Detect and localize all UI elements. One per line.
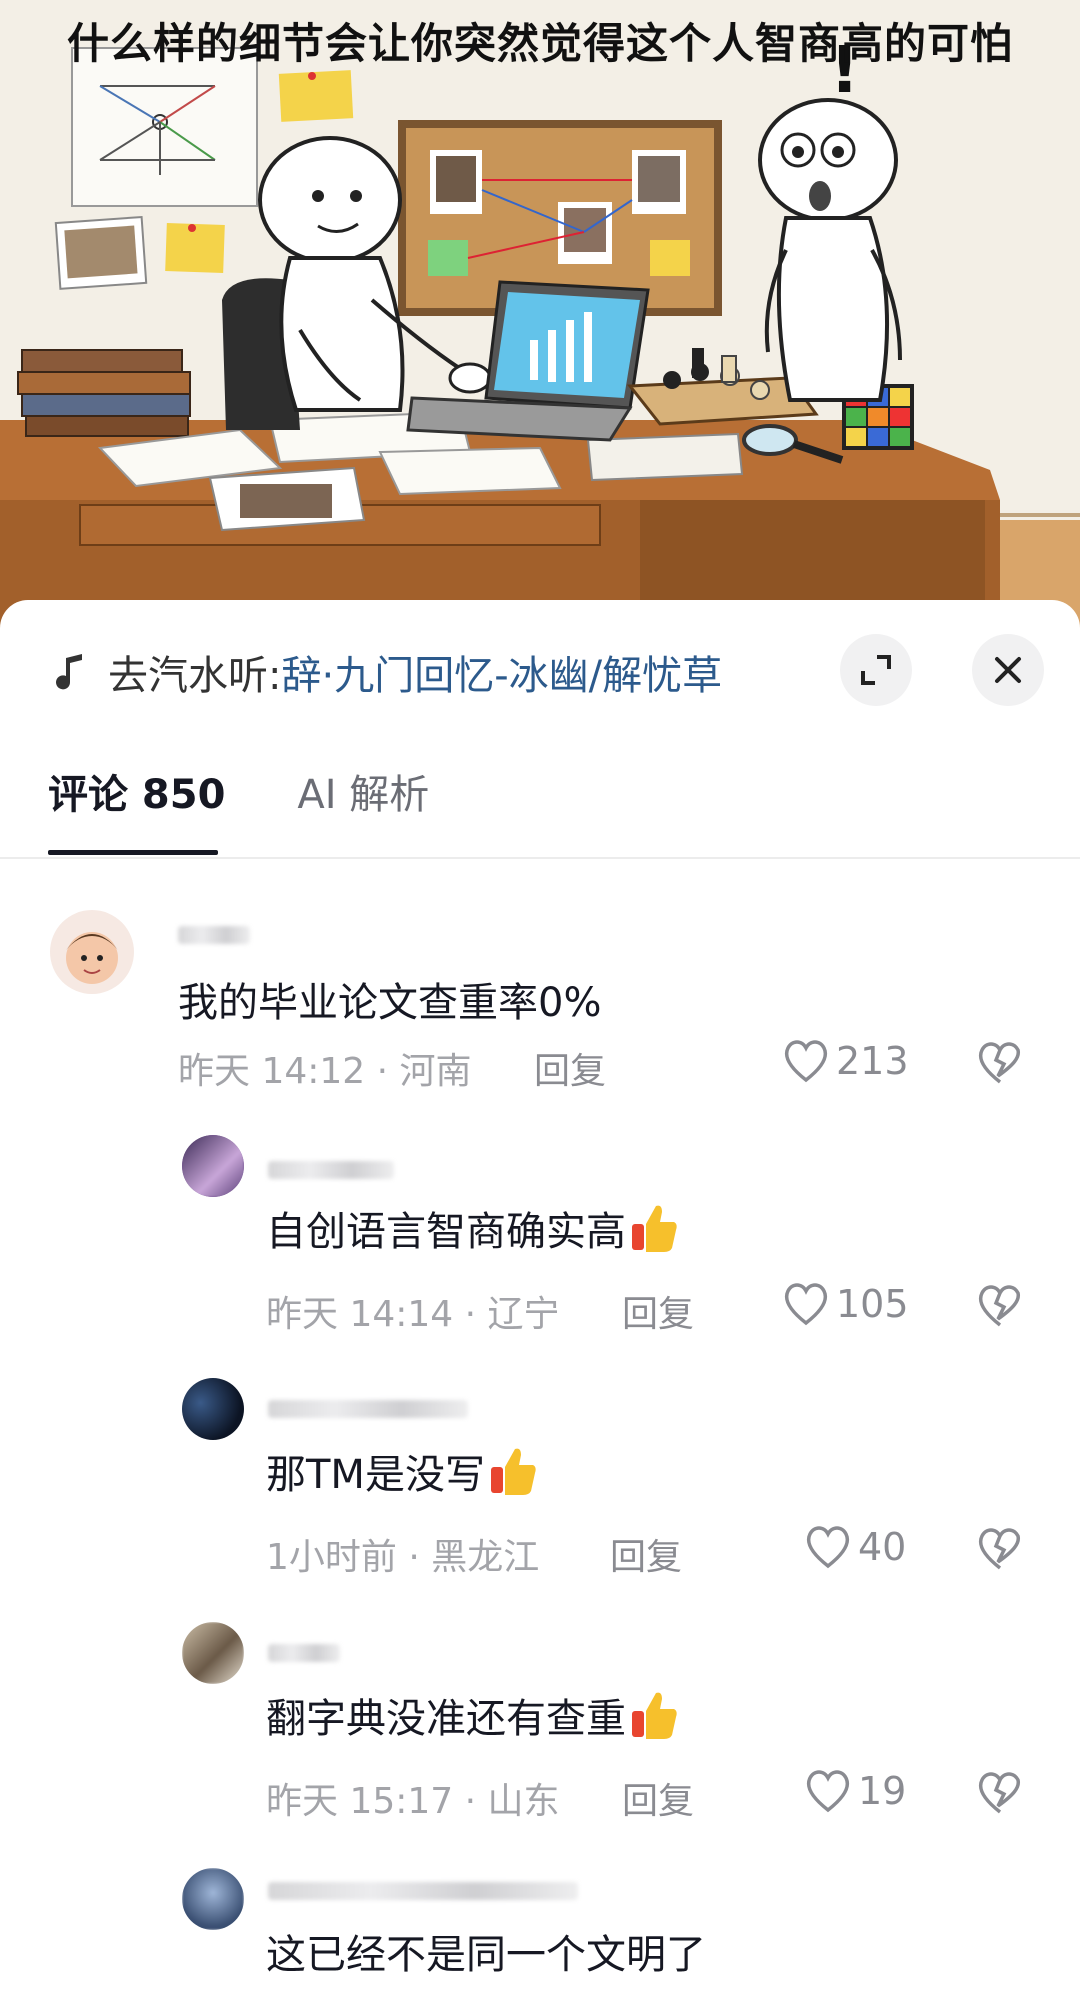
like-button[interactable]: 105 [782, 1281, 909, 1327]
comment-text: 那TM是没写 [266, 1442, 539, 1500]
username-redacted[interactable] [268, 1882, 578, 1900]
cartoon-scene: ! [0, 0, 1080, 640]
like-button[interactable]: 40 [804, 1524, 906, 1570]
comment-text: 我的毕业论文查重率0% [178, 980, 602, 1026]
expand-button[interactable] [840, 634, 912, 706]
heart-icon [806, 1770, 850, 1813]
like-count: 19 [858, 1769, 907, 1813]
username-redacted[interactable] [178, 926, 250, 944]
broken-heart-icon[interactable] [976, 1770, 1024, 1816]
reply-button[interactable]: 回复 [622, 1772, 694, 1824]
comment-text: 这已经不是同一个文明了 [266, 1932, 706, 1978]
heart-icon [806, 1526, 850, 1569]
baby-avatar-icon [66, 910, 134, 984]
music-prefix: 去汽水听: [108, 653, 282, 699]
broken-heart-icon[interactable] [976, 1283, 1024, 1329]
username-redacted[interactable] [268, 1400, 468, 1418]
comments-sheet: 去汽水听: 辞·九门回忆-冰幽/解忧草 评论 850 AI 解析 我的毕业论文查… [0, 600, 1080, 2007]
comment-meta: 1小时前 · 黑龙江 [266, 1537, 540, 1578]
heart-icon [784, 1283, 828, 1326]
tabs-divider [0, 857, 1080, 859]
comment-meta: 昨天 14:12 · 河南 [178, 1051, 472, 1092]
post-illustration: 什么样的细节会让你突然觉得这个人智商高的可怕 ! [0, 0, 1080, 640]
avatar[interactable] [50, 910, 134, 994]
music-note-icon [56, 654, 82, 690]
active-tab-indicator [48, 850, 218, 855]
avatar[interactable] [182, 1868, 244, 1930]
avatar[interactable] [182, 1378, 244, 1440]
broken-heart-icon[interactable] [976, 1040, 1024, 1086]
like-count: 105 [836, 1282, 909, 1326]
close-button[interactable] [972, 634, 1044, 706]
thumbs-up-emoji-icon [632, 1205, 677, 1252]
tab-comments[interactable]: 评论 850 [48, 765, 225, 825]
tab-ai-analysis[interactable]: AI 解析 [297, 765, 429, 825]
like-count: 213 [836, 1039, 909, 1083]
comment-meta: 昨天 14:14 · 辽宁 [266, 1294, 560, 1335]
comment-tabs: 评论 850 AI 解析 [48, 765, 501, 825]
heart-icon [784, 1040, 828, 1083]
avatar[interactable] [182, 1135, 244, 1197]
like-button[interactable]: 213 [782, 1038, 909, 1084]
comment-meta: 昨天 15:17 · 山东 [266, 1781, 560, 1822]
comment-text: 翻字典没准还有查重 [266, 1686, 680, 1744]
reply-button[interactable]: 回复 [622, 1285, 694, 1337]
expand-icon [861, 655, 891, 685]
comment-text: 自创语言智商确实高 [266, 1199, 680, 1257]
thumbs-up-emoji-icon [632, 1692, 677, 1739]
broken-heart-icon[interactable] [976, 1526, 1024, 1572]
thumbs-up-emoji-icon [490, 1448, 536, 1495]
avatar[interactable] [182, 1622, 244, 1684]
reply-button[interactable]: 回复 [610, 1528, 682, 1580]
username-redacted[interactable] [268, 1644, 340, 1662]
like-button[interactable]: 19 [804, 1768, 906, 1814]
post-title: 什么样的细节会让你突然觉得这个人智商高的可怕 [66, 19, 1013, 68]
username-redacted[interactable] [268, 1161, 394, 1179]
music-link[interactable]: 去汽水听: 辞·九门回忆-冰幽/解忧草 [52, 642, 722, 702]
reply-button[interactable]: 回复 [534, 1042, 606, 1094]
music-title[interactable]: 辞·九门回忆-冰幽/解忧草 [281, 643, 722, 701]
close-icon [995, 657, 1021, 683]
like-count: 40 [858, 1525, 907, 1569]
